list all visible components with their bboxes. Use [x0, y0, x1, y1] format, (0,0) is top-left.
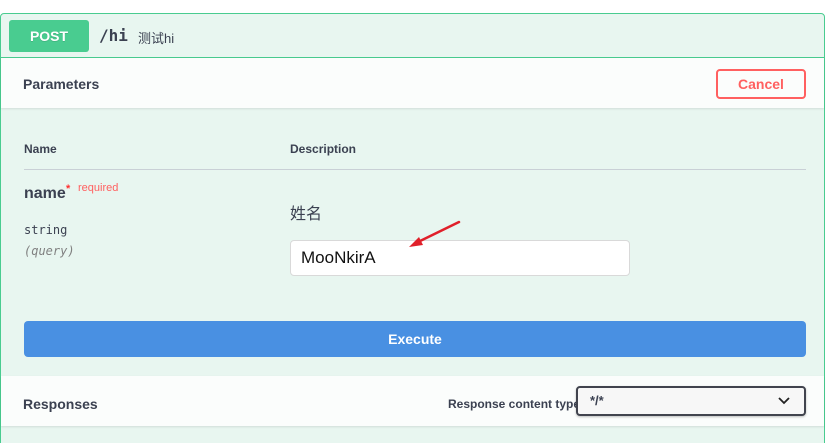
- response-content-type-label: Response content type: [448, 397, 581, 411]
- parameters-header: Parameters Cancel: [1, 58, 824, 108]
- operation-path: /hi: [99, 26, 128, 45]
- table-header-divider: [24, 169, 806, 170]
- operation-block-post-hi: POST /hi 测试hi Parameters Cancel Name Des…: [0, 13, 825, 443]
- method-badge: POST: [9, 20, 89, 52]
- responses-header: Responses Response content type */*: [1, 376, 824, 426]
- operation-summary-text: 测试hi: [138, 31, 175, 46]
- required-label: required: [78, 182, 119, 194]
- responses-title: Responses: [23, 396, 98, 412]
- column-header-description: Description: [290, 142, 357, 156]
- response-content-type-value: */*: [590, 393, 604, 408]
- cancel-button[interactable]: Cancel: [716, 69, 806, 99]
- param-description: 姓名: [290, 206, 323, 223]
- column-header-name: Name: [24, 142, 57, 156]
- red-arrow-annotation-icon: [409, 220, 461, 247]
- required-star: *: [66, 183, 71, 195]
- param-location: (query): [24, 244, 75, 258]
- chevron-down-icon: [778, 397, 790, 405]
- operation-summary[interactable]: POST /hi 测试hi: [1, 14, 824, 58]
- execute-button[interactable]: Execute: [24, 321, 806, 357]
- param-name: name: [24, 185, 66, 202]
- parameters-title: Parameters: [23, 76, 100, 92]
- response-content-type-select[interactable]: */*: [576, 386, 806, 416]
- param-type: string: [24, 223, 68, 237]
